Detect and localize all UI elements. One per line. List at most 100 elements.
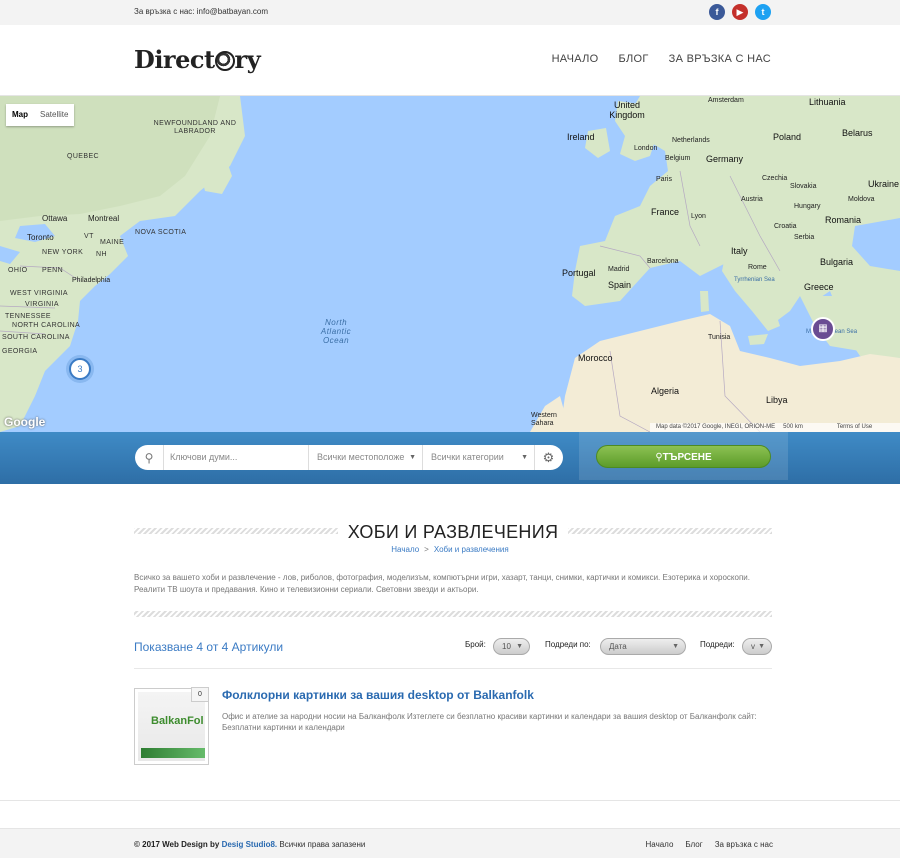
map-label: France <box>651 207 680 217</box>
keywords-input[interactable]: Ключови думи... <box>163 445 308 470</box>
map-label: Croatia <box>774 223 797 230</box>
map-label: London <box>634 145 658 152</box>
footer-link-contact[interactable]: За връзка с нас <box>715 840 773 849</box>
facebook-icon[interactable]: f <box>709 4 725 20</box>
map-label: Belarus <box>842 128 873 138</box>
site-logo[interactable]: Direct ry <box>134 45 261 74</box>
map-label: Toronto <box>27 233 54 242</box>
map-label: Austria <box>741 196 763 203</box>
thumbnail-stripe <box>141 748 205 758</box>
map-label: Tyrrhenian Sea <box>734 277 775 283</box>
globe-icon <box>214 51 235 71</box>
map-label: Madrid <box>608 266 630 273</box>
map-terms-link[interactable]: Terms of Use <box>837 423 872 432</box>
map-label: Tunisia <box>708 334 731 341</box>
map-scale: 500 km <box>783 424 803 430</box>
map-label: NEWFOUNDLAND AND LABRADOR <box>153 120 237 135</box>
section-divider <box>134 611 772 617</box>
map-label: Amsterdam <box>708 97 744 104</box>
sort-by-select[interactable]: Дата ▼ <box>600 638 686 655</box>
map-label: Lithuania <box>809 97 846 107</box>
logo-text-start: Direct <box>134 45 215 74</box>
map-type-map-button[interactable]: Map <box>6 104 34 126</box>
search-icon: ⚲ <box>655 452 663 463</box>
map-label: SOUTH CAROLINA <box>2 334 70 341</box>
map-label: Italy <box>731 246 748 256</box>
map-label: VT <box>84 233 94 240</box>
map-label: NEW YORK <box>42 249 84 256</box>
map-type-satellite-button[interactable]: Satellite <box>34 104 74 126</box>
twitter-icon[interactable]: t <box>755 4 771 20</box>
google-logo: Google <box>4 415 46 429</box>
map-label: Montreal <box>88 214 120 223</box>
map-view[interactable]: Map Satellite NEWFOUNDLAND AND LABRADOR … <box>0 96 900 432</box>
results-count: Показване 4 от 4 Артикули <box>134 640 284 654</box>
map-label: Philadelphia <box>72 277 111 284</box>
sort-by-value: Дата <box>609 642 627 651</box>
order-value: v <box>751 642 755 651</box>
comment-count-badge: 0 <box>191 687 209 702</box>
map-label: Slovakia <box>790 183 817 190</box>
per-page-value: 10 <box>502 642 511 651</box>
footer-nav: Начало Блог За връзка с нас <box>646 840 773 849</box>
map-label: Ottawa <box>42 214 68 223</box>
search-button[interactable]: ⚲ТЪРСЕНЕ <box>596 445 771 468</box>
map-label: United Kingdom <box>609 100 645 120</box>
map-label: Ukraine <box>868 179 900 189</box>
nav-blog[interactable]: БЛОГ <box>618 53 648 65</box>
per-page-select[interactable]: 10 ▼ <box>493 638 530 655</box>
nav-home[interactable]: НАЧАЛО <box>552 53 599 65</box>
copyright: © 2017 Web Design by Desig Studio8. Всич… <box>134 840 365 849</box>
search-bar: ⚲ Ключови думи... Всички местоположе ▼ Вс… <box>0 432 900 484</box>
breadcrumb-home[interactable]: Начало <box>391 545 419 554</box>
breadcrumb: Начало > Хоби и развлечения <box>0 545 900 554</box>
map-label: GEORGIA <box>2 348 38 355</box>
nav-contact[interactable]: ЗА ВРЪЗКА С НАС <box>669 53 771 65</box>
article-title[interactable]: Фолклорни картинки за вашия desktop от B… <box>222 688 534 702</box>
breadcrumb-current[interactable]: Хоби и развлечения <box>434 545 509 554</box>
map-label: TENNESSEE <box>5 313 51 320</box>
map-data-text: Map data ©2017 Google, INEGI, ORION-ME <box>656 424 776 430</box>
map-label: QUEBEC <box>67 153 99 160</box>
order-select[interactable]: v ▼ <box>742 638 772 655</box>
map-label: Hungary <box>794 203 821 210</box>
chevron-down-icon: ▼ <box>758 643 765 650</box>
category-description: Всичко за вашето хоби и развлечение - ло… <box>134 573 750 594</box>
building-icon[interactable]: ▦ <box>811 317 835 341</box>
map-label: Paris <box>656 176 672 183</box>
map-label: Poland <box>773 132 802 142</box>
order-label: Подреди: <box>700 640 735 649</box>
category-select[interactable]: Всички категории ▼ <box>422 445 534 470</box>
footer-divider <box>0 800 900 801</box>
map-label: Czechia <box>762 175 788 182</box>
studio-link[interactable]: Desig Studio8. <box>222 840 278 849</box>
youtube-icon[interactable]: ▶ <box>732 4 748 20</box>
map-cluster-marker[interactable]: 3 <box>69 358 91 380</box>
footer-link-blog[interactable]: Блог <box>685 840 702 849</box>
map-label: Lyon <box>691 213 706 220</box>
map-label: Germany <box>706 154 744 164</box>
breadcrumb-separator: > <box>424 545 429 554</box>
contact-email[interactable]: За връзка с нас: info@batbayan.com <box>134 7 268 16</box>
map-label: NH <box>96 251 107 258</box>
map-label: Belgium <box>665 155 691 162</box>
map-label: North Atlantic Ocean <box>320 318 352 345</box>
location-select[interactable]: Всички местоположе ▼ <box>308 445 422 470</box>
map-label: Serbia <box>794 234 815 241</box>
map-label: Rome <box>748 264 767 271</box>
category-select-value: Всички категории <box>431 452 504 462</box>
thumbnail-text: BalkanFol <box>151 715 204 727</box>
chevron-down-icon: ▼ <box>672 643 679 650</box>
map-label: Bulgaria <box>820 257 854 267</box>
footer-link-home[interactable]: Начало <box>646 840 674 849</box>
map-label: Western Sahara <box>531 412 557 427</box>
map-label: Greece <box>804 282 834 292</box>
logo-text-end: ry <box>234 45 261 74</box>
map-label: Barcelona <box>647 258 679 265</box>
chevron-down-icon: ▼ <box>516 643 523 650</box>
gear-icon[interactable]: ⚙ <box>534 445 562 470</box>
map-label: MAINE <box>100 239 125 246</box>
map-label: Algeria <box>651 386 680 396</box>
article-excerpt: Офис и ателие за народни носии на Балкан… <box>222 712 757 732</box>
search-form: ⚲ Ключови думи... Всички местоположе ▼ Вс… <box>135 445 563 470</box>
